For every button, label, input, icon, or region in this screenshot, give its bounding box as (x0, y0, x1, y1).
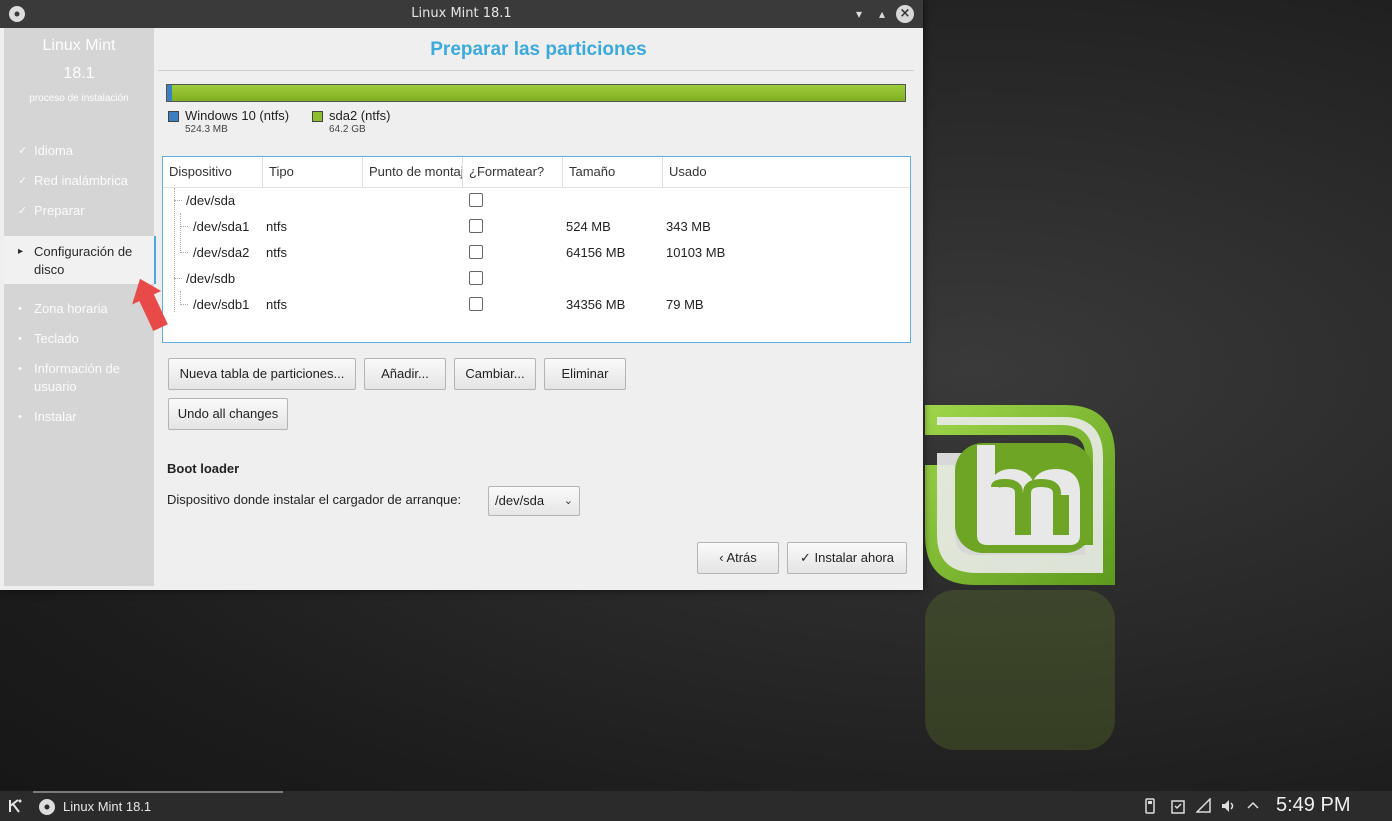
format-checkbox[interactable] (469, 297, 483, 311)
linux-mint-logo-reflection (925, 590, 1115, 750)
install-label: Instalar ahora (814, 550, 895, 565)
close-icon[interactable]: × (896, 5, 914, 23)
window-titlebar[interactable]: Linux Mint 18.1 ▾ ▴ × (0, 0, 923, 28)
network-wifi-icon[interactable] (1196, 798, 1212, 814)
change-partition-button[interactable]: Cambiar... (454, 358, 536, 390)
legend-label: Windows 10 (ntfs) (185, 108, 290, 123)
column-header-dispositivo[interactable]: Dispositivo (163, 157, 263, 187)
taskbar: Linux Mint 18.1 5:49 PM (0, 791, 1392, 821)
legend-size: 64.2 GB (329, 124, 366, 135)
format-checkbox[interactable] (469, 193, 483, 207)
table-header: Dispositivo Tipo Punto de montaje ¿Forma… (163, 157, 910, 188)
table-row[interactable]: /dev/sdb1 ntfs 34356 MB 79 MB (163, 292, 910, 318)
kde-menu-icon[interactable] (8, 798, 24, 814)
step-preparar: ✓ Preparar (18, 203, 85, 218)
column-header-tipo[interactable]: Tipo (263, 157, 363, 187)
format-checkbox[interactable] (469, 271, 483, 285)
device-cell: /dev/sda (186, 193, 236, 208)
format-checkbox[interactable] (469, 245, 483, 259)
used-cell: 343 MB (666, 219, 711, 234)
partition-segment-sda2 (172, 85, 905, 101)
title-divider (158, 70, 914, 71)
table-row[interactable]: /dev/sdb (163, 266, 910, 292)
device-cell: /dev/sdb (186, 271, 236, 286)
maximize-chevron-up-icon[interactable]: ▴ (873, 5, 891, 23)
delete-partition-button[interactable]: Eliminar (544, 358, 626, 390)
bullet-icon: • (18, 303, 22, 315)
device-cell: /dev/sda1 (193, 219, 250, 234)
bullet-icon: • (18, 333, 22, 345)
minimize-chevron-down-icon[interactable]: ▾ (850, 5, 868, 23)
check-icon: ✓ (18, 205, 28, 217)
used-cell: 79 MB (666, 297, 704, 312)
size-cell: 64156 MB (566, 245, 626, 260)
window-title: Linux Mint 18.1 (411, 6, 512, 21)
red-arrow-annotation (132, 278, 168, 332)
sidebar-subtitle: proceso de instalación (29, 93, 129, 104)
arrow-right-icon: ▸ (18, 246, 24, 257)
partition-table[interactable]: Dispositivo Tipo Punto de montaje ¿Forma… (162, 156, 911, 343)
check-icon: ✓ (799, 550, 815, 565)
legend-swatch (168, 111, 179, 122)
step-instalar: • Instalar (18, 409, 77, 424)
back-button[interactable]: ‹ Atrás (697, 542, 779, 574)
clipboard-icon[interactable] (1170, 798, 1186, 814)
taskbar-task-linux-mint[interactable]: Linux Mint 18.1 (33, 793, 283, 821)
step-configuracion-de-disco: ▸ Configuración de disco (18, 244, 133, 277)
column-header-usado[interactable]: Usado (663, 157, 910, 187)
new-partition-table-button[interactable]: Nueva tabla de particiones... (168, 358, 356, 390)
table-row[interactable]: /dev/sda1 ntfs 524 MB 343 MB (163, 214, 910, 240)
boot-device-select[interactable]: /dev/sda ⌄ (488, 486, 580, 516)
main-content: Preparar las particiones Windows 10 (ntf… (154, 28, 923, 590)
legend-label: sda2 (ntfs) (329, 108, 391, 123)
column-header-tamano[interactable]: Tamaño (563, 157, 663, 187)
sidebar-version: 18.1 (63, 65, 95, 82)
size-cell: 524 MB (566, 219, 611, 234)
boot-loader-label: Dispositivo donde instalar el cargador d… (167, 492, 462, 507)
step-red-inalambrica: ✓ Red inalámbrica (18, 173, 128, 188)
disc-icon (39, 799, 55, 815)
bullet-icon: • (18, 363, 22, 375)
clock[interactable]: 5:49 PM (1276, 794, 1350, 817)
usb-drive-icon[interactable] (1143, 798, 1157, 814)
device-cell: /dev/sda2 (193, 245, 250, 260)
boot-loader-heading: Boot loader (167, 461, 240, 476)
install-now-button[interactable]: ✓ Instalar ahora (787, 542, 907, 574)
type-cell: ntfs (266, 297, 287, 312)
back-label: Atrás (726, 550, 757, 565)
step-idioma: ✓ Idioma (18, 143, 74, 158)
partition-usage-bar (166, 84, 906, 102)
task-label: Linux Mint 18.1 (63, 799, 152, 814)
type-cell: ntfs (266, 219, 287, 234)
table-row[interactable]: /dev/sda2 ntfs 64156 MB 10103 MB (163, 240, 910, 266)
table-row[interactable]: /dev/sda (163, 188, 910, 214)
legend-size: 524.3 MB (185, 124, 228, 135)
boot-device-value: /dev/sda (495, 493, 545, 508)
volume-icon[interactable] (1220, 798, 1236, 814)
page-title: Preparar las particiones (430, 39, 647, 60)
format-checkbox[interactable] (469, 219, 483, 233)
chevron-up-icon[interactable] (1246, 798, 1260, 814)
step-informacion-de-usuario: • Información de usuario (18, 361, 120, 394)
column-header-punto-de-montaje[interactable]: Punto de montaje (363, 157, 463, 187)
column-header-formatear[interactable]: ¿Formatear? (463, 157, 563, 187)
size-cell: 34356 MB (566, 297, 626, 312)
sidebar-product: Linux Mint (42, 37, 116, 54)
type-cell: ntfs (266, 245, 287, 260)
undo-all-changes-button[interactable]: Undo all changes (168, 398, 288, 430)
linux-mint-desktop-logo (925, 405, 1115, 585)
add-partition-button[interactable]: Añadir... (364, 358, 446, 390)
chevron-down-icon: ⌄ (563, 495, 573, 507)
legend-swatch (312, 111, 323, 122)
check-icon: ✓ (18, 145, 28, 157)
check-icon: ✓ (18, 175, 28, 187)
device-cell: /dev/sdb1 (193, 297, 250, 312)
bullet-icon: • (18, 411, 22, 423)
used-cell: 10103 MB (666, 245, 726, 260)
